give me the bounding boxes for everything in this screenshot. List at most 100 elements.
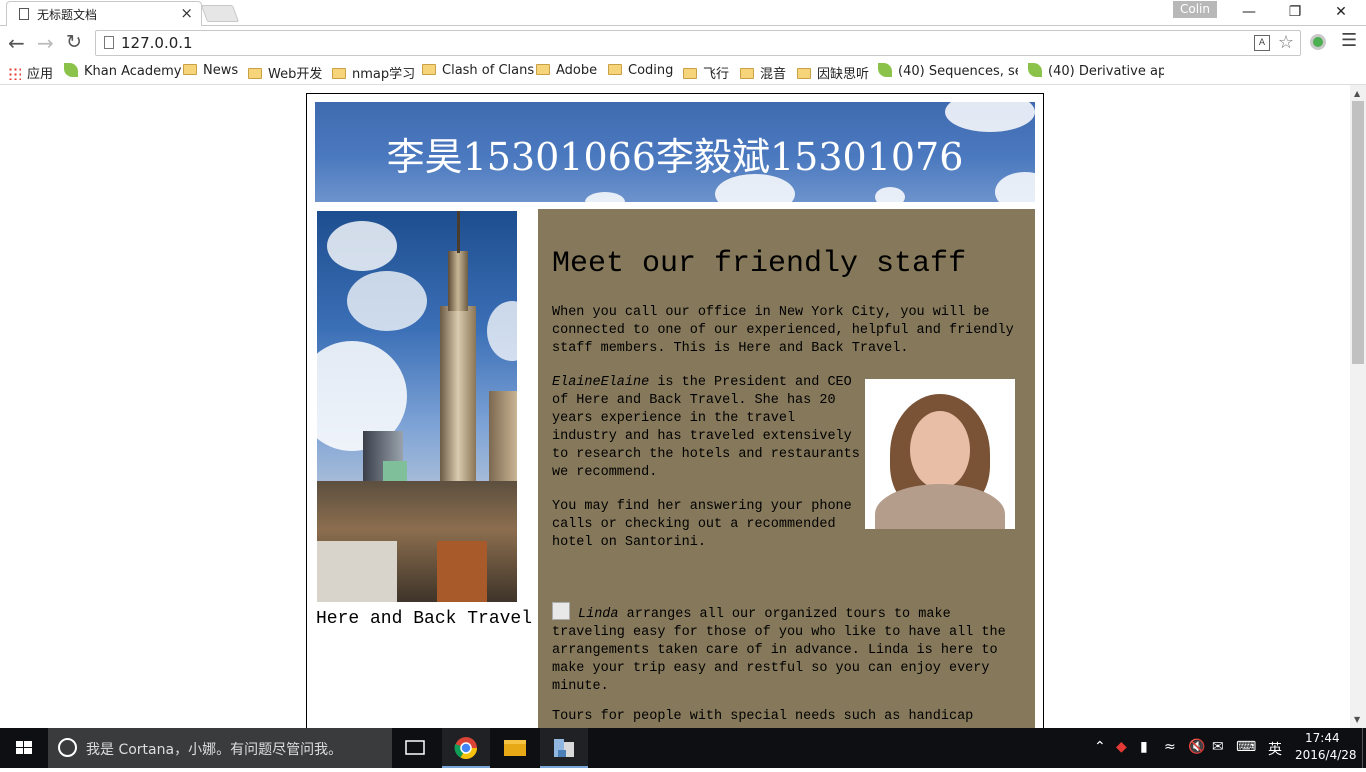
app-icon <box>554 739 574 757</box>
cortana-search-box[interactable]: 我是 Cortana，小娜。有问题尽管问我。 <box>48 728 392 768</box>
green-roof <box>383 461 407 481</box>
tab-strip: 无标题文档 × Colin — ❐ ✕ <box>0 0 1366 26</box>
broken-image-icon <box>552 602 570 620</box>
portrait-shoulders <box>875 484 1005 529</box>
linda-name: Linda <box>578 607 619 622</box>
profile-button[interactable]: Colin <box>1173 1 1217 18</box>
skyline-image <box>317 211 517 602</box>
close-tab-icon[interactable]: × <box>180 4 193 22</box>
building-spire <box>448 251 468 311</box>
folder-icon <box>608 64 622 75</box>
tab-active[interactable]: 无标题文档 × <box>6 1 202 26</box>
browser-toolbar: ← → ↻ 127.0.0.1 A ☆ ☰ <box>0 26 1366 60</box>
app-taskbar-button[interactable] <box>540 728 588 768</box>
reload-icon[interactable]: ↻ <box>66 31 82 53</box>
antenna <box>457 211 460 253</box>
header-banner: 李昊15301066李毅斌15301076 <box>315 102 1035 202</box>
forward-icon[interactable]: → <box>37 31 54 55</box>
intro-paragraph: When you call our office in New York Cit… <box>552 305 1014 356</box>
page-viewport: 李昊15301066李毅斌15301076 Here and Back Trav… <box>0 85 1350 728</box>
leaf-icon <box>1028 63 1042 77</box>
folder-icon <box>183 64 197 75</box>
bookmark-interesting[interactable]: 因缺思听 <box>797 63 869 81</box>
banner-title: 李昊15301066李毅斌15301076 <box>386 135 964 179</box>
task-view-button[interactable] <box>392 728 440 768</box>
back-icon[interactable]: ← <box>8 31 25 55</box>
bookmark-nmap[interactable]: nmap学习 <box>332 63 415 81</box>
antivirus-icon[interactable]: ◆ <box>1116 739 1127 755</box>
chrome-icon <box>454 737 477 759</box>
cloud <box>585 192 625 202</box>
elaine-paragraph-2: You may find her answering your phone ca… <box>552 499 852 550</box>
bookmark-khan-academy[interactable]: Khan Academy <box>64 63 182 81</box>
bookmark-apps[interactable]: 应用 <box>8 63 53 81</box>
bookmark-clash-of-clans[interactable]: Clash of Clans <box>422 63 534 81</box>
page-heading: Meet our friendly staff <box>552 247 967 281</box>
show-hidden-icons[interactable]: ⌃ <box>1094 739 1106 755</box>
file-explorer-taskbar-button[interactable] <box>491 728 539 768</box>
page-scrollbar[interactable]: ▲ ▼ <box>1350 85 1366 728</box>
translate-icon[interactable]: A <box>1254 35 1270 51</box>
restore-button[interactable]: ❐ <box>1272 0 1318 24</box>
folder-icon <box>248 68 262 79</box>
folder-icon <box>797 68 811 79</box>
apps-icon <box>8 67 21 80</box>
tours-paragraph: Tours for people with special needs such… <box>552 709 974 724</box>
chrome-taskbar-button[interactable] <box>442 728 490 768</box>
page-info-icon[interactable] <box>104 36 114 49</box>
menu-icon[interactable]: ☰ <box>1341 30 1357 51</box>
clock-time[interactable]: 17:44 <box>1305 731 1340 745</box>
bookmark-star-icon[interactable]: ☆ <box>1278 32 1294 53</box>
cloud <box>327 221 397 271</box>
page-container: 李昊15301066李毅斌15301076 Here and Back Trav… <box>306 93 1044 728</box>
tab-title: 无标题文档 <box>37 8 98 22</box>
bookmark-sequences-series[interactable]: (40) Sequences, series <box>878 63 1018 81</box>
volume-muted-icon[interactable]: 🔇 <box>1188 739 1205 755</box>
folder-icon <box>536 64 550 75</box>
main-content: Meet our friendly staff When you call ou… <box>538 209 1035 728</box>
scroll-thumb[interactable] <box>1352 101 1364 364</box>
elaine-name: ElaineElaine <box>552 375 650 390</box>
elaine-paragraph: ElaineElaine is the President and CEO of… <box>552 374 862 482</box>
folder-icon <box>683 68 697 79</box>
bookmark-news[interactable]: News <box>183 63 238 81</box>
taskbar: 我是 Cortana，小娜。有问题尽管问我。 ⌃ ◆ ▮ ≈ 🔇 ✉ ⌨ 英 1… <box>0 728 1366 768</box>
battery-icon[interactable]: ▮ <box>1140 739 1148 755</box>
new-tab-button[interactable] <box>200 5 240 22</box>
scroll-down-icon[interactable]: ▼ <box>1354 715 1360 724</box>
keyboard-icon[interactable]: ⌨ <box>1236 739 1256 755</box>
portrait-face <box>910 411 970 489</box>
wifi-icon[interactable]: ≈ <box>1164 739 1176 755</box>
cloud <box>875 187 905 202</box>
extension-icon[interactable] <box>1310 34 1326 50</box>
leaf-icon <box>878 63 892 77</box>
start-button[interactable] <box>0 728 48 768</box>
bookmarks-bar: 应用 Khan Academy News Web开发 nmap学习 Clash … <box>0 60 1366 85</box>
cloud <box>347 271 427 331</box>
folder-icon <box>740 68 754 79</box>
cortana-icon <box>58 738 77 757</box>
folder-icon <box>504 740 526 756</box>
input-method[interactable]: 英 <box>1268 739 1282 759</box>
close-window-button[interactable]: ✕ <box>1318 0 1364 24</box>
cloud <box>487 301 517 361</box>
bookmark-mixing[interactable]: 混音 <box>740 63 786 81</box>
linda-paragraph: Linda arranges all our organized tours t… <box>552 602 1022 696</box>
show-desktop-button[interactable] <box>1362 728 1366 768</box>
folder-icon <box>422 64 436 75</box>
minimize-button[interactable]: — <box>1226 0 1272 24</box>
scroll-up-icon[interactable]: ▲ <box>1354 89 1360 98</box>
folder-icon <box>332 68 346 79</box>
windows-icon <box>16 741 32 754</box>
address-bar[interactable]: 127.0.0.1 A ☆ <box>95 30 1301 56</box>
clock-date[interactable]: 2016/4/28 <box>1295 748 1357 762</box>
bookmark-flight[interactable]: 飞行 <box>683 63 729 81</box>
notification-icon[interactable]: ✉ <box>1212 739 1224 755</box>
bookmark-web-dev[interactable]: Web开发 <box>248 63 322 81</box>
url-text[interactable]: 127.0.0.1 <box>121 34 193 52</box>
image-caption: Here and Back Travel <box>316 609 533 629</box>
bookmark-adobe[interactable]: Adobe <box>536 63 597 81</box>
building <box>437 541 487 602</box>
bookmark-coding[interactable]: Coding <box>608 63 673 81</box>
bookmark-derivative[interactable]: (40) Derivative applic <box>1028 63 1164 81</box>
